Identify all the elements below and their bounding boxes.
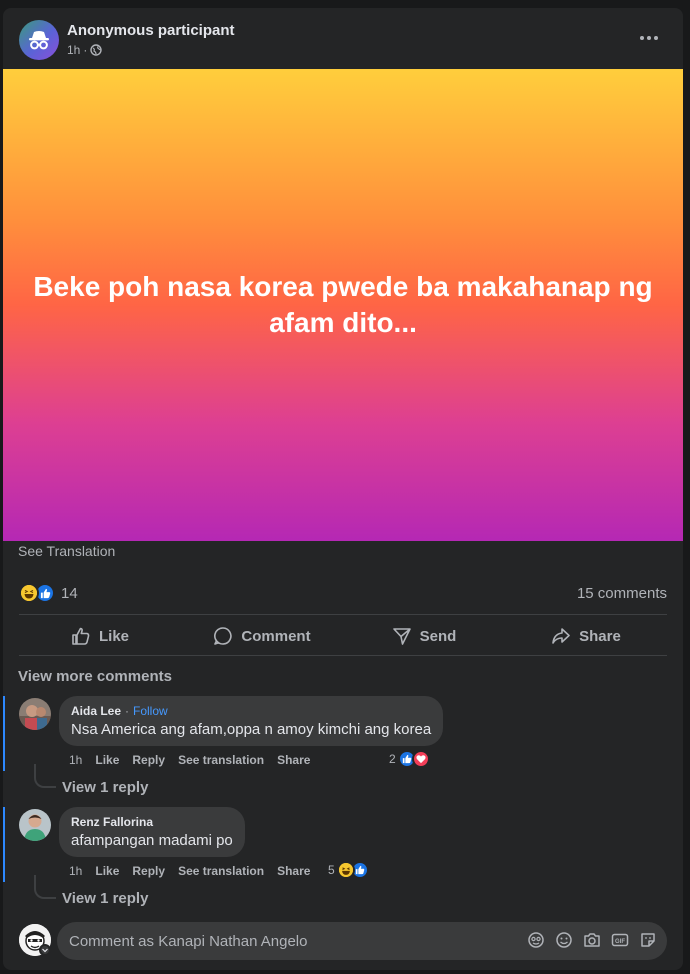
comment-reply-button[interactable]: Reply <box>132 864 165 878</box>
see-translation-link[interactable]: See Translation <box>18 543 115 559</box>
send-button[interactable]: Send <box>343 616 505 656</box>
comment-like-button[interactable]: Like <box>95 753 119 767</box>
comment-count[interactable]: 15 comments <box>577 585 667 602</box>
reply-connector-line <box>34 764 56 788</box>
haha-reaction-icon <box>336 861 355 879</box>
comment-actions: 1h Like Reply See translation Share <box>69 864 310 878</box>
share-button[interactable]: Share <box>505 616 667 656</box>
avatar-menu-chevron-icon[interactable] <box>39 944 51 956</box>
share-arrow-icon <box>552 628 570 644</box>
composer-tools: GIF <box>527 931 657 949</box>
like-button[interactable]: Like <box>19 616 181 656</box>
view-reply-link[interactable]: View 1 reply <box>62 890 148 907</box>
follow-link[interactable]: Follow <box>133 704 168 718</box>
comment-bubble: Aida Lee · Follow Nsa America ang afam,o… <box>59 696 444 746</box>
divider <box>19 655 667 656</box>
comment-see-translation[interactable]: See translation <box>178 864 264 878</box>
comment-see-translation[interactable]: See translation <box>178 753 264 767</box>
divider <box>19 614 667 615</box>
commenter-name[interactable]: Renz Fallorina <box>71 815 153 829</box>
reaction-summary[interactable]: 14 <box>19 582 78 604</box>
comment-time[interactable]: 1h <box>69 864 82 878</box>
comment-button[interactable]: Comment <box>181 616 343 656</box>
comment-reaction-count: 5 <box>328 863 335 877</box>
anonymous-avatar[interactable] <box>19 20 59 60</box>
comment-text: Nsa America ang afam,oppa n amoy kimchi … <box>71 721 432 738</box>
view-reply-link[interactable]: View 1 reply <box>62 779 148 796</box>
post-text: Beke poh nasa korea pwede ba makahanap n… <box>33 271 653 338</box>
incognito-icon <box>29 31 49 50</box>
globe-icon <box>90 44 103 56</box>
more-dot-icon <box>654 36 658 40</box>
post-author[interactable]: Anonymous participant <box>67 22 235 39</box>
comment-header: Aida Lee · Follow <box>71 704 431 718</box>
more-dot-icon <box>640 36 644 40</box>
reaction-count: 14 <box>61 584 78 602</box>
commenter-name[interactable]: Aida Lee <box>71 704 121 718</box>
send-label: Send <box>419 627 457 645</box>
send-icon <box>392 628 411 645</box>
meta-separator: · <box>83 43 88 57</box>
comment-reply-button[interactable]: Reply <box>132 753 165 767</box>
comment-bubble: Renz Fallorina afampangan madami po <box>59 807 245 857</box>
more-dot-icon <box>647 36 651 40</box>
comment-composer: GIF <box>57 922 667 960</box>
comment-highlight-bar <box>3 807 5 882</box>
comment-input[interactable] <box>69 922 509 960</box>
more-options-button[interactable] <box>637 28 661 48</box>
comment-text: afampangan madami po <box>71 832 233 849</box>
haha-reaction-icon <box>19 583 39 603</box>
post-header: Anonymous participant 1h · <box>3 8 683 68</box>
comment-time[interactable]: 1h <box>69 753 82 767</box>
comment-share-button[interactable]: Share <box>277 864 310 878</box>
comment-label: Comment <box>241 627 311 645</box>
post-time[interactable]: 1h <box>67 43 80 57</box>
view-more-comments-link[interactable]: View more comments <box>18 668 172 685</box>
comment-like-button[interactable]: Like <box>95 864 119 878</box>
comment-actions: 1h Like Reply See translation Share <box>69 753 310 767</box>
comment-bubble-icon <box>214 627 233 645</box>
comment-header: Renz Fallorina <box>71 815 233 829</box>
post-background-card: Beke poh nasa korea pwede ba makahanap n… <box>3 69 683 541</box>
share-label: Share <box>579 627 621 645</box>
comment-reactions[interactable]: 5 <box>328 861 369 879</box>
avatar-sticker-icon[interactable] <box>527 931 545 949</box>
gif-icon[interactable]: GIF <box>611 931 629 949</box>
comment-highlight-bar <box>3 696 5 771</box>
comment-reaction-count: 2 <box>389 752 396 766</box>
comment-share-button[interactable]: Share <box>277 753 310 767</box>
camera-icon[interactable] <box>583 931 601 949</box>
reply-connector-line <box>34 875 56 899</box>
emoji-icon[interactable] <box>555 931 573 949</box>
comment-reactions[interactable]: 2 <box>389 750 430 768</box>
commenter-avatar[interactable] <box>19 698 51 730</box>
sticker-icon[interactable] <box>639 931 657 949</box>
commenter-avatar[interactable] <box>19 809 51 841</box>
like-label: Like <box>98 627 129 645</box>
thumbs-up-icon <box>72 627 90 645</box>
post-actions: Like Comment Send Share <box>19 616 667 656</box>
svg-text:GIF: GIF <box>615 939 625 945</box>
name-separator: · <box>125 704 130 718</box>
post-card: Anonymous participant 1h · Beke poh nasa… <box>3 8 683 970</box>
post-meta: 1h · <box>67 43 103 57</box>
love-reaction-icon <box>411 750 430 768</box>
